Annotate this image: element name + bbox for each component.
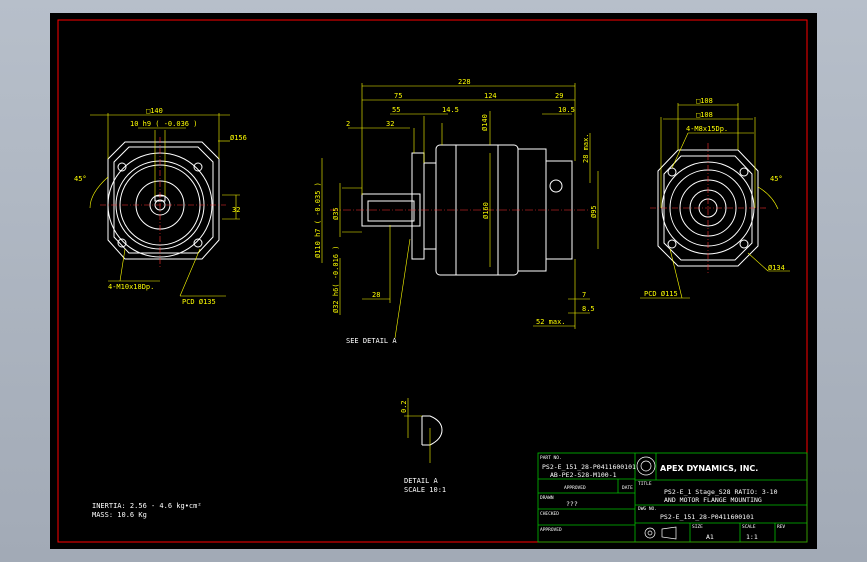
right-pcd-dim: PCD Ø115 — [644, 290, 678, 298]
date-label: DATE — [622, 485, 633, 491]
right-view: □108 □108 4-M8x15Dp. 45° Ø134 PCD Ø115 — [640, 97, 790, 299]
size-label: SIZE — [692, 524, 703, 530]
part-no-label: PART NO. — [540, 455, 562, 461]
right-pcd-square-dim: □108 — [696, 111, 713, 119]
length-85-dim: 8.5 — [582, 305, 595, 313]
left-square-dim: □140 — [146, 107, 163, 115]
length-105-dim: 10.5 — [558, 106, 575, 114]
clamp-screw — [549, 179, 563, 193]
title-block: PART NO. PS2-E_151_28-P0411600101 AB-PE2… — [537, 452, 808, 543]
drawing-sheet: □140 10 h9 ( -0.036 ) Ø156 45° 32 4-M10x… — [50, 13, 817, 549]
right-bolt-hole — [739, 167, 749, 177]
title-label: TITLE — [638, 481, 652, 487]
part-no-1: PS2-E_151_28-P0411600101 — [542, 463, 636, 471]
cad-drawing: □140 10 h9 ( -0.036 ) Ø156 45° 32 4-M10x… — [57, 19, 808, 543]
shaft-35-dim: Ø35 — [332, 207, 340, 220]
approved-label: APPROVED — [564, 485, 586, 491]
length-29-dim: 29 — [555, 92, 563, 100]
detail-callout: SEE DETAIL A — [346, 337, 397, 345]
length-55-dim: 55 — [392, 106, 400, 114]
length-2-dim: 2 — [346, 120, 350, 128]
mass-note: MASS: 10.6 Kg — [92, 511, 147, 519]
left-diameter-dim: Ø156 — [230, 134, 247, 142]
motor-length-max-dim: 52 max. — [536, 318, 566, 326]
title-line-2: AND MOTOR FLANGE MOUNTING — [664, 496, 762, 504]
left-pcd-dim: PCD Ø135 — [182, 298, 216, 306]
length-124-dim: 124 — [484, 92, 497, 100]
left-side-dim: 32 — [232, 206, 240, 214]
drawn-value: ??? — [566, 500, 578, 508]
dwg-no-label: DWG NO. — [638, 506, 657, 512]
title-line-1: PS2-E_1 Stage_S28 RATIO: 3-10 — [664, 488, 778, 496]
length-75-dim: 75 — [394, 92, 402, 100]
rev-label: REV — [777, 524, 785, 530]
right-square-dim: □108 — [696, 97, 713, 105]
flange-dia-dim: Ø140 — [481, 114, 489, 131]
right-bolt-hole — [739, 239, 749, 249]
scale-value: 1:1 — [746, 533, 758, 541]
left-angle-dim: 45° — [74, 175, 87, 183]
right-diameter-dim: Ø134 — [768, 264, 785, 272]
body-dia-dim: Ø160 — [482, 202, 490, 219]
approved2-label: APPROVED — [540, 527, 562, 533]
company-logo — [636, 456, 656, 476]
right-bolt-dim: 4-M8x15Dp. — [686, 125, 728, 133]
motor-pilot-dim: Ø95 — [590, 205, 598, 218]
right-angle-dim: 45° — [770, 175, 783, 183]
company-name: APEX DYNAMICS, INC. — [660, 464, 758, 473]
right-bolt-hole — [667, 167, 677, 177]
length-32-dim: 32 — [386, 120, 394, 128]
side-view: 228 75 124 29 55 14.5 10.5 2 32 Ø140 28 … — [314, 78, 599, 345]
left-bore-dim: 10 h9 ( -0.036 ) — [130, 120, 197, 128]
inertia-note: INERTIA: 2.56 - 4.6 kg•cm² — [92, 502, 202, 510]
overall-length-dim: 228 — [458, 78, 471, 86]
pilot-dia-dim: Ø110 h7 ( -0.035 ) — [314, 182, 322, 258]
output-shaft-dim: Ø32 h6( -0.016 ) — [332, 246, 340, 313]
size-value: A1 — [706, 533, 714, 541]
dwg-no: PS2-E_151_28-P0411600101 — [660, 513, 754, 521]
shaft-keyway — [367, 200, 415, 222]
checked-label: CHECKED — [540, 511, 559, 517]
projection-symbol — [644, 526, 677, 540]
detail-dim: 0.2 — [400, 400, 408, 413]
length-7-dim: 7 — [582, 291, 586, 299]
detail-title: DETAIL A — [404, 477, 439, 485]
left-bolt-dim: 4-M10x18Dp. — [108, 283, 154, 291]
detail-a: 0.2 DETAIL A SCALE 10:1 — [400, 398, 446, 494]
detail-scale: SCALE 10:1 — [404, 486, 446, 494]
length-145-dim: 14.5 — [442, 106, 459, 114]
part-no-2: AB-PE2-S28-M100-1 — [550, 471, 617, 479]
right-bolt-hole — [667, 239, 677, 249]
length-28-dim: 28 — [372, 291, 380, 299]
detail-profile — [422, 415, 443, 446]
scale-label: SCALE — [742, 524, 756, 530]
left-view: □140 10 h9 ( -0.036 ) Ø156 45° 32 4-M10x… — [74, 107, 247, 306]
motor-shaft-max-dim: 28 max. — [582, 133, 590, 163]
drawn-label: DRAWN — [540, 495, 554, 501]
